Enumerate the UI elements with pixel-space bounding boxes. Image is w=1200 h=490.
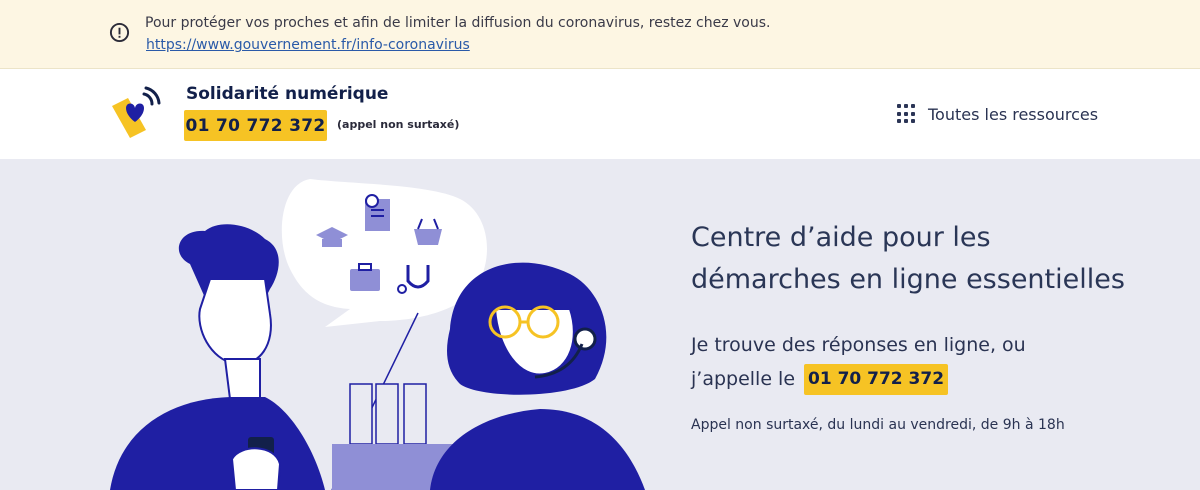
hero-description: Je trouve des réponses en ligne, ou j’ap… bbox=[691, 328, 1026, 396]
hero-text-line-1: Je trouve des réponses en ligne, ou bbox=[691, 334, 1026, 356]
alert-banner: Pour protéger vos proches et afin de lim… bbox=[0, 0, 1200, 69]
help-center-illustration bbox=[110, 179, 645, 490]
hero-title: Centre d’aide pour les démarches en lign… bbox=[691, 217, 1151, 301]
hero-title-line-1: Centre d’aide pour les bbox=[691, 222, 991, 253]
all-resources-button[interactable]: Toutes les ressources bbox=[897, 104, 1098, 124]
all-resources-label: Toutes les ressources bbox=[928, 104, 1099, 124]
hero-call-hours-note: Appel non surtaxé, du lundi au vendredi,… bbox=[691, 417, 1065, 433]
header-phone-note: (appel non surtaxé) bbox=[337, 118, 460, 131]
warning-icon bbox=[109, 22, 130, 43]
site-header: Solidarité numérique 01 70 772 372 (appe… bbox=[0, 69, 1200, 159]
alert-link[interactable]: https://www.gouvernement.fr/info-coronav… bbox=[146, 34, 470, 56]
logo-icon[interactable] bbox=[106, 86, 164, 142]
hero-section: Centre d’aide pour les démarches en lign… bbox=[0, 159, 1200, 490]
alert-message: Pour protéger vos proches et afin de lim… bbox=[145, 15, 771, 31]
brand-name[interactable]: Solidarité numérique bbox=[186, 84, 388, 104]
hero-title-line-2: démarches en ligne essentielles bbox=[691, 264, 1125, 295]
grid-icon bbox=[897, 104, 917, 124]
hero-text-line-2-row: j’appelle le 01 70 772 372 bbox=[691, 362, 1026, 396]
header-phone-number[interactable]: 01 70 772 372 bbox=[184, 110, 327, 141]
hero-phone-number[interactable]: 01 70 772 372 bbox=[804, 363, 949, 395]
hero-text-line-2: j’appelle le bbox=[691, 368, 796, 390]
